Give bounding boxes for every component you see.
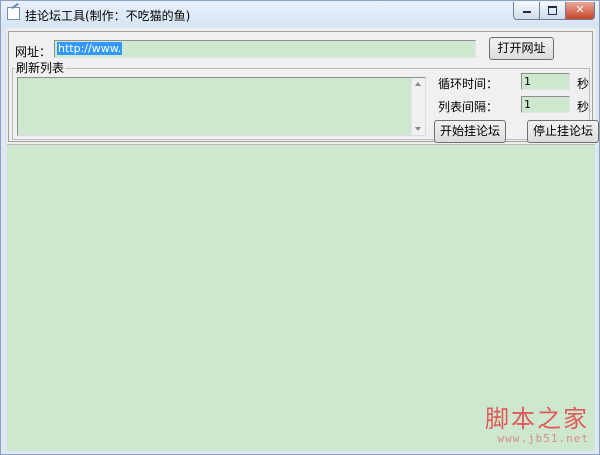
list-interval-unit: 秒 [577, 100, 590, 114]
open-url-button[interactable]: 打开网址 [489, 37, 554, 60]
refresh-list-title: 刷新列表 [15, 61, 66, 75]
browser-content-area[interactable]: 脚本之家 www.jb51.net [7, 144, 595, 451]
start-button[interactable]: 开始挂论坛 [434, 120, 506, 143]
close-icon: ✕ [575, 3, 585, 16]
control-panel: 网址： http://www. 打开网址 刷新列表 循环时间： 1 秒 列表间隔… [8, 31, 599, 143]
stop-button[interactable]: 停止挂论坛 [527, 120, 599, 143]
cycle-time-label: 循环时间： [438, 77, 499, 91]
watermark: 脚本之家 www.jb51.net [485, 406, 589, 445]
scroll-down-icon[interactable] [415, 127, 421, 131]
list-scrollbar[interactable] [411, 78, 425, 135]
list-interval-input[interactable]: 1 [521, 96, 570, 113]
url-input-value: http://www. [57, 42, 123, 55]
app-window: 挂论坛工具(制作：不吃猫的鱼) ✕ 网址： http://www. 打开网址 刷… [0, 0, 600, 455]
close-button[interactable]: ✕ [566, 2, 595, 20]
maximize-icon [548, 6, 557, 15]
list-interval-label: 列表间隔： [438, 100, 499, 114]
cycle-time-unit: 秒 [577, 77, 590, 91]
watermark-url: www.jb51.net [497, 432, 589, 445]
refresh-list-group: 刷新列表 循环时间： 1 秒 列表间隔： 1 秒 开始挂论坛 停止挂论坛 [12, 61, 599, 143]
url-label: 网址： [15, 45, 52, 59]
refresh-listbox[interactable] [17, 77, 426, 136]
scroll-up-icon[interactable] [415, 82, 421, 86]
cycle-time-input[interactable]: 1 [521, 73, 570, 90]
title-bar[interactable]: 挂论坛工具(制作：不吃猫的鱼) ✕ [1, 1, 599, 28]
client-area: 网址： http://www. 打开网址 刷新列表 循环时间： 1 秒 列表间隔… [7, 28, 599, 451]
watermark-main: 脚本之家 [485, 405, 589, 433]
maximize-button[interactable] [540, 2, 566, 20]
minimize-button[interactable] [513, 2, 540, 20]
url-input[interactable]: http://www. [54, 40, 476, 58]
minimize-icon [522, 11, 531, 13]
window-title: 挂论坛工具(制作：不吃猫的鱼) [25, 9, 191, 23]
app-icon [7, 7, 20, 20]
